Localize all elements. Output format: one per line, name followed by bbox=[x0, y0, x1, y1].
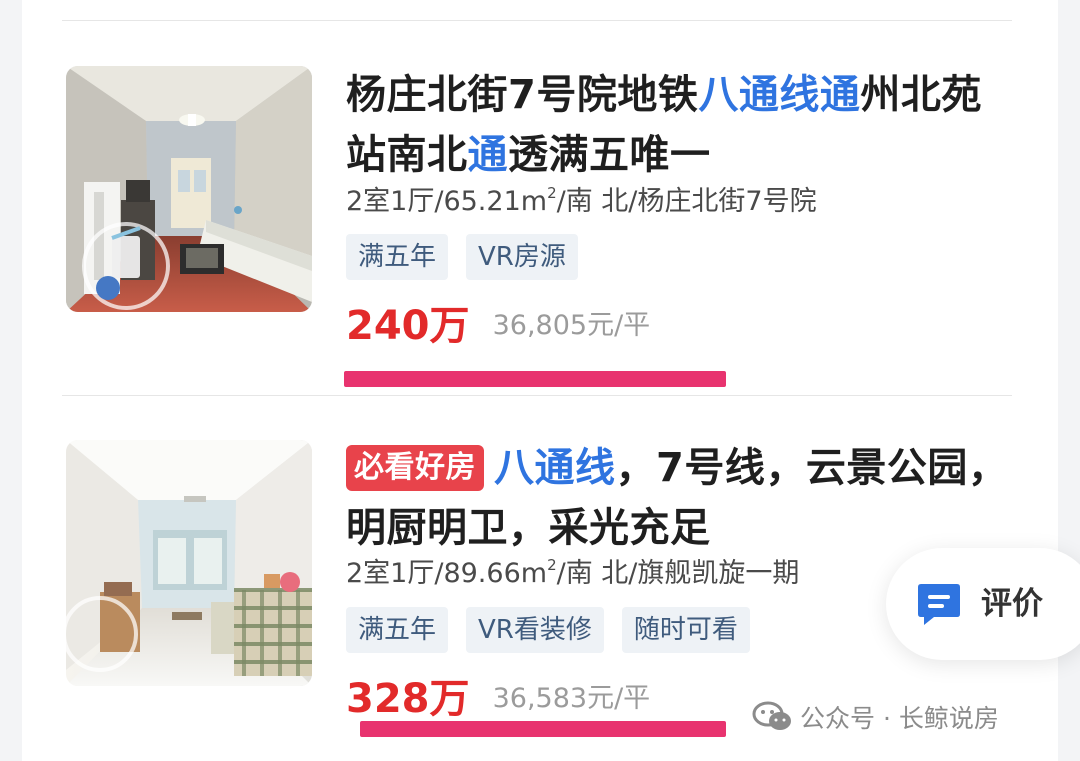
listing-tags: 满五年 VR房源 bbox=[346, 234, 578, 280]
must-see-badge: 必看好房 bbox=[346, 445, 484, 491]
comment-icon bbox=[916, 581, 962, 627]
unit-price: 36,805元/平 bbox=[492, 310, 651, 341]
highlight-keyword: 通 bbox=[467, 132, 508, 178]
living-room-photo-icon bbox=[66, 66, 312, 312]
watermark-text: 公众号 · 长鲸说房 bbox=[800, 704, 999, 733]
review-button[interactable]: 评价 bbox=[886, 548, 1080, 660]
price-row: 240万 36,805元/平 bbox=[346, 298, 650, 354]
listing-tag: 满五年 bbox=[346, 607, 449, 653]
total-price: 240万 bbox=[346, 303, 470, 349]
area-superscript: 2 bbox=[547, 184, 557, 202]
total-price: 328万 bbox=[346, 676, 470, 722]
listing-summary: 2室1厅/65.21m2/南 北/杨庄北街7号院 bbox=[346, 184, 817, 220]
listing-tags: 满五年 VR看装修 随时可看 bbox=[346, 607, 750, 653]
listing-title[interactable]: 杨庄北街7号院地铁八通线通州北苑站南北通透满五唯一 bbox=[346, 65, 1018, 185]
summary-orientation-community: /南 北/旗舰凯旋一期 bbox=[556, 558, 800, 589]
bright-living-room-photo-icon bbox=[66, 440, 312, 686]
summary-orientation-community: /南 北/杨庄北街7号院 bbox=[556, 186, 817, 217]
unit-price: 36,583元/平 bbox=[492, 683, 651, 714]
listing-screen: 杨庄北街7号院地铁八通线通州北苑站南北通透满五唯一 2室1厅/65.21m2/南… bbox=[0, 0, 1080, 761]
highlight-subway-line: 八通线通 bbox=[698, 72, 861, 118]
price-row: 328万 36,583元/平 bbox=[346, 671, 650, 727]
area-superscript: 2 bbox=[547, 556, 557, 574]
listing-photo[interactable] bbox=[66, 66, 312, 312]
summary-area: 2室1厅/89.66m bbox=[346, 558, 548, 589]
listing-tag: 满五年 bbox=[346, 234, 449, 280]
listing-title[interactable]: 必看好房 八通线，7号线，云景公园，明厨明卫，采光充足 bbox=[346, 438, 1018, 558]
title-text-part: 透满五唯一 bbox=[508, 132, 711, 178]
annotation-underline bbox=[344, 371, 726, 387]
highlight-subway-line: 八通线 bbox=[494, 445, 616, 491]
listing-tag: 随时可看 bbox=[621, 607, 750, 653]
listing-photo[interactable] bbox=[66, 440, 312, 686]
summary-area: 2室1厅/65.21m bbox=[346, 186, 548, 217]
wechat-icon bbox=[752, 701, 791, 730]
annotation-underline bbox=[360, 721, 726, 737]
listing-tag: VR房源 bbox=[466, 234, 578, 280]
wechat-account-watermark: 公众号 · 长鲸说房 bbox=[752, 698, 999, 736]
listing-summary: 2室1厅/89.66m2/南 北/旗舰凯旋一期 bbox=[346, 556, 799, 592]
house-listing-card[interactable]: 杨庄北街7号院地铁八通线通州北苑站南北通透满五唯一 2室1厅/65.21m2/南… bbox=[0, 0, 1080, 395]
listing-tag: VR看装修 bbox=[466, 607, 604, 653]
review-label: 评价 bbox=[981, 586, 1043, 622]
title-text-part: 杨庄北街7号院地铁 bbox=[346, 72, 699, 118]
